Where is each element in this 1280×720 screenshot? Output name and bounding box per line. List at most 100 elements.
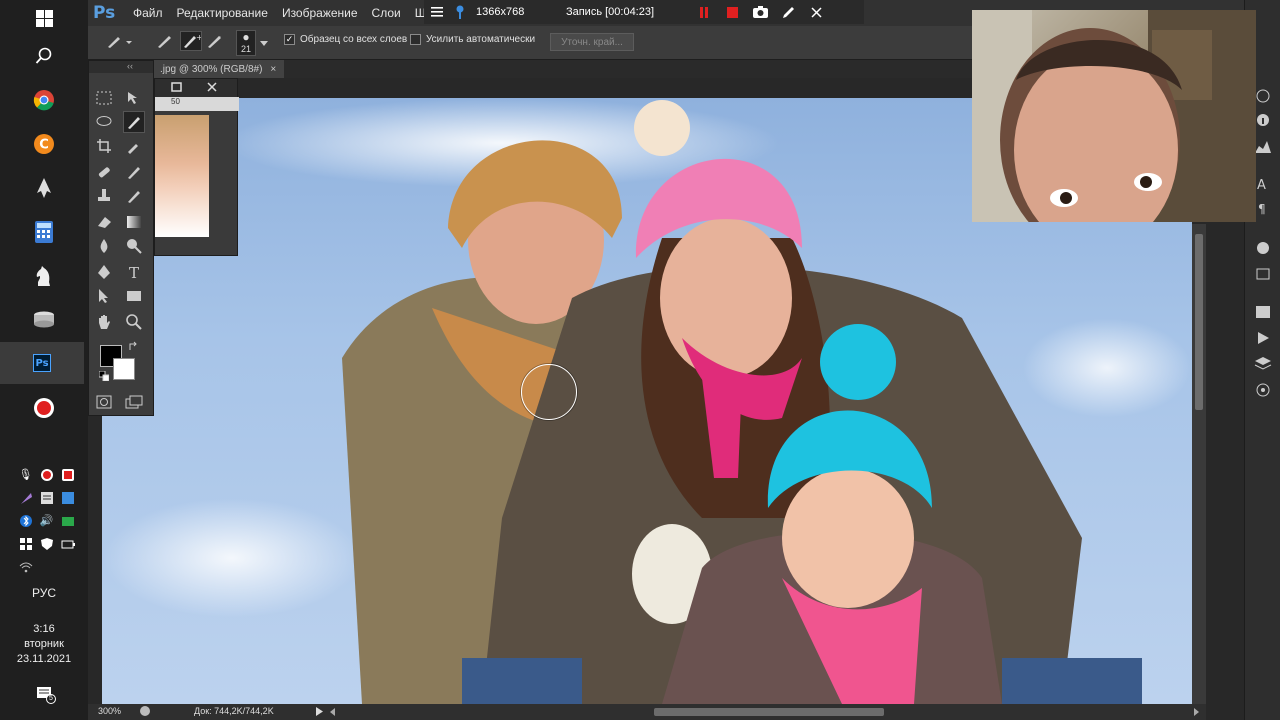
- scroll-left-icon[interactable]: [330, 708, 335, 718]
- healing-brush-tool-icon[interactable]: [93, 161, 115, 183]
- defender-icon[interactable]: [39, 536, 54, 551]
- scroll-right-icon[interactable]: [1194, 708, 1199, 718]
- info-icon[interactable]: [1254, 112, 1272, 128]
- notification-center-icon[interactable]: 5: [36, 686, 56, 704]
- collapse-icon[interactable]: ‹‹: [127, 61, 133, 71]
- vertical-scrollbar[interactable]: [1192, 224, 1206, 704]
- bluetooth-icon[interactable]: [18, 513, 33, 528]
- maximize-icon[interactable]: [171, 82, 182, 95]
- search-icon[interactable]: [28, 40, 60, 72]
- rectangle-tool-icon[interactable]: [123, 285, 145, 307]
- language-indicator[interactable]: РУС: [0, 586, 88, 600]
- menu-layers[interactable]: Слои: [372, 6, 401, 20]
- camera-icon[interactable]: [746, 0, 774, 24]
- feather-icon[interactable]: [18, 490, 33, 505]
- eraser-tool-icon[interactable]: [93, 211, 115, 233]
- pin-icon[interactable]: [450, 0, 470, 24]
- chess-knight-icon[interactable]: [28, 260, 60, 292]
- subtract-from-selection-icon[interactable]: -: [206, 32, 224, 52]
- hand-tool-icon[interactable]: [93, 311, 115, 333]
- battery-icon[interactable]: [60, 536, 75, 551]
- tray-app-icon[interactable]: [60, 467, 75, 482]
- channels-icon[interactable]: [1254, 304, 1272, 320]
- menu-icon[interactable]: [424, 0, 450, 24]
- paths-icon[interactable]: [1254, 382, 1272, 398]
- brush-size-picker[interactable]: ● 21: [236, 30, 256, 56]
- ccleaner-icon[interactable]: C: [28, 128, 60, 160]
- quick-selection-tool-icon[interactable]: [123, 111, 145, 133]
- inkscape-icon[interactable]: [28, 172, 60, 204]
- calculator-icon[interactable]: [28, 216, 60, 248]
- close-panel-icon[interactable]: [207, 82, 217, 95]
- gradient-tool-icon[interactable]: [123, 211, 145, 233]
- grid-tray-icon[interactable]: [18, 536, 33, 551]
- menu-edit[interactable]: Редактирование: [177, 6, 268, 20]
- menu-file[interactable]: Файл: [133, 6, 163, 20]
- new-selection-icon[interactable]: [156, 33, 174, 52]
- tools-panel-header[interactable]: ‹‹: [89, 61, 153, 73]
- document-tab[interactable]: .jpg @ 300% (RGB/8#) ×: [152, 60, 285, 78]
- tray-blue-icon[interactable]: [60, 490, 75, 505]
- status-info-icon[interactable]: [140, 706, 150, 716]
- microphone-icon[interactable]: 🎙: [18, 467, 33, 482]
- tool-preset-icon[interactable]: [106, 35, 132, 52]
- record-tray-icon[interactable]: [39, 467, 54, 482]
- blur-tool-icon[interactable]: [93, 235, 115, 257]
- move-tool-icon[interactable]: [123, 87, 145, 109]
- zoom-level[interactable]: 300%: [98, 706, 121, 716]
- eyedropper-tool-icon[interactable]: [123, 135, 145, 157]
- sample-all-layers-option[interactable]: ✓ Образец со всех слоев: [284, 34, 407, 45]
- pen-tool-icon[interactable]: [93, 261, 115, 283]
- marquee-tool-icon[interactable]: [93, 87, 115, 109]
- swap-colors-icon[interactable]: [129, 341, 139, 354]
- pencil-icon[interactable]: [774, 0, 802, 24]
- default-colors-icon[interactable]: [98, 370, 110, 384]
- wifi-icon[interactable]: [18, 559, 33, 574]
- pause-icon[interactable]: [690, 0, 718, 24]
- quick-mask-icon[interactable]: [93, 391, 115, 413]
- brush-tool-icon[interactable]: [123, 161, 145, 183]
- photoshop-taskbar-icon[interactable]: Ps: [0, 342, 84, 384]
- record-app-icon[interactable]: [28, 392, 60, 424]
- horizontal-scrollbar-thumb[interactable]: [654, 708, 884, 716]
- add-to-selection-icon[interactable]: +: [180, 31, 203, 51]
- clock[interactable]: 3:16 вторник 23.11.2021: [0, 622, 88, 667]
- color-icon[interactable]: [1254, 240, 1272, 256]
- clone-stamp-tool-icon[interactable]: [93, 185, 115, 207]
- lasso-tool-icon[interactable]: [93, 111, 115, 133]
- screen-mode-icon[interactable]: [123, 391, 145, 413]
- crop-tool-icon[interactable]: [93, 135, 115, 157]
- disk-icon[interactable]: [28, 304, 60, 336]
- chrome-icon[interactable]: [28, 84, 60, 116]
- character-icon[interactable]: A: [1254, 176, 1272, 193]
- zoom-tool-icon[interactable]: [123, 311, 145, 333]
- dodge-tool-icon[interactable]: [123, 235, 145, 257]
- shield-tray-icon[interactable]: [60, 513, 75, 528]
- auto-enhance-option[interactable]: Усилить автоматически: [410, 34, 535, 45]
- tray-row-5: [18, 559, 33, 574]
- background-color-swatch[interactable]: [113, 358, 135, 380]
- path-selection-tool-icon[interactable]: [93, 285, 115, 307]
- navigator-thumbnail[interactable]: [155, 115, 209, 237]
- transform-icon[interactable]: [1254, 266, 1272, 282]
- panel-adjust-icon[interactable]: [1254, 88, 1272, 104]
- play-action-icon[interactable]: [1254, 330, 1272, 346]
- volume-icon[interactable]: 🔊: [39, 513, 54, 528]
- refine-edge-button[interactable]: Уточн. край...: [550, 33, 634, 51]
- windows-start-icon[interactable]: [28, 2, 60, 34]
- auto-enhance-checkbox[interactable]: [410, 34, 421, 45]
- brush-size-dropdown-icon[interactable]: [260, 38, 268, 50]
- type-tool-icon[interactable]: T: [123, 261, 145, 283]
- stop-icon[interactable]: [718, 0, 746, 24]
- status-menu-arrow-icon[interactable]: [316, 707, 323, 718]
- history-brush-tool-icon[interactable]: [123, 185, 145, 207]
- layers-icon[interactable]: [1254, 356, 1272, 372]
- vertical-scrollbar-thumb[interactable]: [1195, 234, 1203, 410]
- sample-all-layers-checkbox[interactable]: ✓: [284, 34, 295, 45]
- list-icon[interactable]: [39, 490, 54, 505]
- document-tab-close[interactable]: ×: [270, 64, 276, 75]
- paragraph-icon[interactable]: ¶: [1254, 200, 1272, 216]
- menu-image[interactable]: Изображение: [282, 6, 358, 20]
- close-icon[interactable]: [802, 0, 830, 24]
- histogram-icon[interactable]: [1254, 138, 1272, 154]
